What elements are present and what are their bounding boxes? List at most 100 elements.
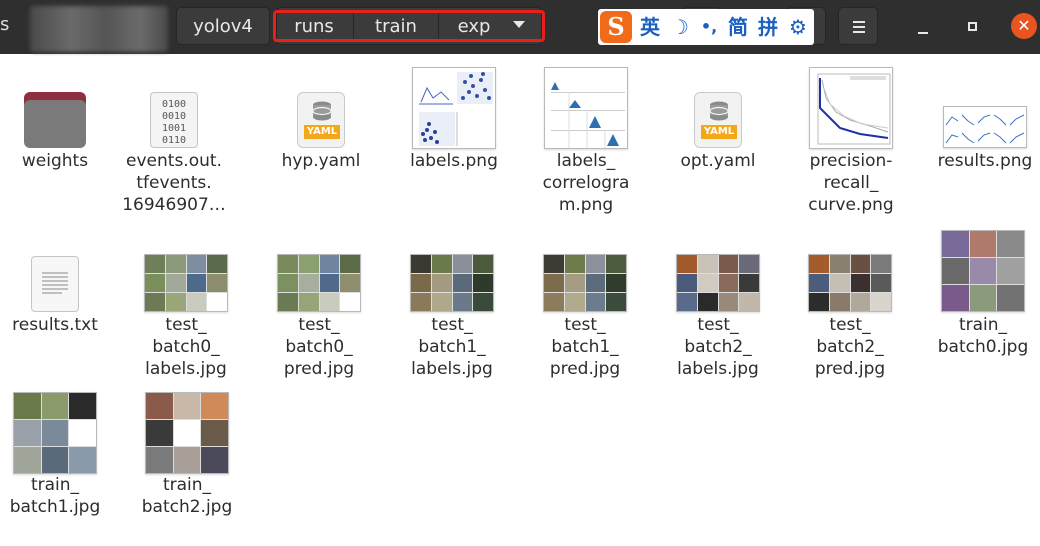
file-item-labels-correlogram[interactable]: labels_ correlogra m.png	[523, 60, 649, 230]
test-batch1-labels-thumbnail	[410, 254, 494, 312]
folder-icon	[24, 92, 86, 148]
moon-icon[interactable]: ☽	[668, 13, 692, 41]
file-name: opt.yaml	[680, 151, 756, 171]
thumb-wrap	[389, 252, 515, 312]
ime-pinyin-toggle[interactable]: 拼	[756, 13, 780, 41]
minimize-icon	[918, 32, 928, 34]
thumb-wrap	[522, 252, 648, 312]
results-thumbnail	[943, 106, 1027, 148]
menu-button[interactable]	[838, 7, 878, 45]
file-item-results-txt[interactable]: results.txt	[0, 226, 118, 386]
binary-file-icon: 0100 0010 1001 0110	[150, 92, 198, 148]
file-item-labels-png[interactable]: labels.png	[391, 60, 517, 230]
menu-icon	[853, 21, 865, 23]
file-name: test_ batch2_ labels.jpg	[677, 315, 759, 379]
file-name: hyp.yaml	[281, 151, 361, 171]
file-item-test-batch2-pred[interactable]: test_ batch2_ pred.jpg	[787, 226, 913, 386]
file-name: events.out. tfevents. 16946907…	[122, 151, 226, 215]
thumb-wrap	[0, 250, 118, 312]
thumb-wrap	[0, 84, 118, 148]
file-item-train-batch0[interactable]: train_ batch0.jpg	[920, 226, 1040, 386]
file-item-test-batch2-labels[interactable]: test_ batch2_ labels.jpg	[655, 226, 781, 386]
ime-lang-toggle[interactable]: 英	[638, 13, 662, 41]
header-bar: s yolov4 runs train exp S 英 ☽ •, 简 拼 ⚙ ✕	[0, 0, 1040, 54]
file-name: train_ batch2.jpg	[141, 475, 233, 517]
thumb-wrap	[920, 228, 1040, 312]
file-name: train_ batch0.jpg	[937, 315, 1029, 357]
database-icon	[312, 101, 332, 121]
thumb-wrap	[391, 65, 517, 149]
punctuation-icon[interactable]: •,	[697, 13, 721, 41]
file-name: train_ batch1.jpg	[9, 475, 101, 517]
test-batch1-pred-thumbnail	[543, 254, 627, 312]
file-item-train-batch2[interactable]: train_ batch2.jpg	[124, 388, 250, 538]
file-item-train-batch1[interactable]: train_ batch1.jpg	[0, 388, 118, 538]
yaml-label: YAML	[701, 125, 737, 139]
labels-thumbnail	[412, 67, 496, 149]
thumb-wrap: YAML	[655, 84, 781, 148]
thumb-wrap: YAML	[258, 84, 384, 148]
thumb-wrap	[123, 252, 249, 312]
file-item-hyp-yaml[interactable]: YAML hyp.yaml	[258, 60, 384, 230]
thumb-wrap	[256, 252, 382, 312]
file-name: test_ batch0_ pred.jpg	[283, 315, 355, 379]
thumb-wrap	[655, 252, 781, 312]
test-batch2-labels-thumbnail	[676, 254, 760, 312]
correlogram-thumbnail	[544, 67, 628, 149]
file-item-weights[interactable]: weights	[0, 60, 118, 230]
results-thumbnail-art	[945, 114, 1025, 144]
maximize-button[interactable]	[960, 14, 986, 40]
sogou-logo-icon[interactable]: S	[600, 11, 632, 43]
binary-line: 0010	[161, 111, 187, 122]
file-item-opt-yaml[interactable]: YAML opt.yaml	[655, 60, 781, 230]
redacted-path-segment[interactable]	[30, 6, 168, 52]
thumb-wrap	[787, 252, 913, 312]
maximize-icon	[968, 22, 977, 31]
breadcrumb-yolov4[interactable]: yolov4	[176, 7, 270, 45]
file-name: test_ batch0_ labels.jpg	[145, 315, 227, 379]
thumb-wrap	[523, 65, 649, 149]
pr-curve-thumbnail	[809, 67, 893, 149]
test-batch2-pred-thumbnail	[808, 254, 892, 312]
file-item-test-batch0-labels[interactable]: test_ batch0_ labels.jpg	[123, 226, 249, 386]
ime-simplified-toggle[interactable]: 简	[726, 13, 750, 41]
file-name: test_ batch2_ pred.jpg	[814, 315, 886, 379]
yaml-file-icon: YAML	[297, 92, 345, 148]
file-item-test-batch0-pred[interactable]: test_ batch0_ pred.jpg	[256, 226, 382, 386]
file-item-test-batch1-labels[interactable]: test_ batch1_ labels.jpg	[389, 226, 515, 386]
file-item-test-batch1-pred[interactable]: test_ batch1_ pred.jpg	[522, 226, 648, 386]
minimize-button[interactable]	[910, 14, 936, 40]
yaml-label: YAML	[304, 125, 340, 139]
gear-icon[interactable]: ⚙	[786, 13, 810, 41]
truncated-crumb[interactable]: s	[0, 14, 9, 35]
file-name: precision- recall_ curve.png	[808, 151, 894, 215]
binary-line: 0100	[161, 99, 187, 110]
train-batch0-thumbnail	[941, 230, 1025, 312]
file-name: results.png	[937, 151, 1033, 171]
file-item-pr-curve[interactable]: precision- recall_ curve.png	[788, 60, 914, 230]
close-button[interactable]: ✕	[1011, 13, 1037, 39]
train-batch1-thumbnail	[13, 392, 97, 474]
file-name: weights	[21, 151, 89, 171]
correlogram-thumbnail-art	[551, 82, 625, 148]
thumb-wrap: 0100 0010 1001 0110	[111, 84, 237, 148]
file-item-events[interactable]: 0100 0010 1001 0110 events.out. tfevents…	[111, 60, 237, 230]
file-item-results-png[interactable]: results.png	[922, 60, 1040, 230]
database-icon	[709, 101, 729, 121]
thumb-wrap	[922, 104, 1040, 148]
ime-toolbar: S 英 ☽ •, 简 拼 ⚙	[598, 9, 814, 45]
annotation-highlight-box	[273, 10, 545, 42]
thumb-wrap	[0, 390, 118, 474]
thumb-wrap	[124, 390, 250, 474]
file-name: labels_ correlogra m.png	[542, 151, 630, 215]
file-name: results.txt	[12, 315, 98, 335]
file-name: test_ batch1_ labels.jpg	[411, 315, 493, 379]
pr-curve-thumbnail-art	[817, 73, 891, 145]
text-file-icon	[31, 256, 79, 312]
train-batch2-thumbnail	[145, 392, 229, 474]
thumb-wrap	[788, 65, 914, 149]
test-batch0-pred-thumbnail	[277, 254, 361, 312]
file-name: labels.png	[410, 151, 498, 171]
text-lines-art	[42, 272, 68, 294]
yaml-file-icon: YAML	[694, 92, 742, 148]
